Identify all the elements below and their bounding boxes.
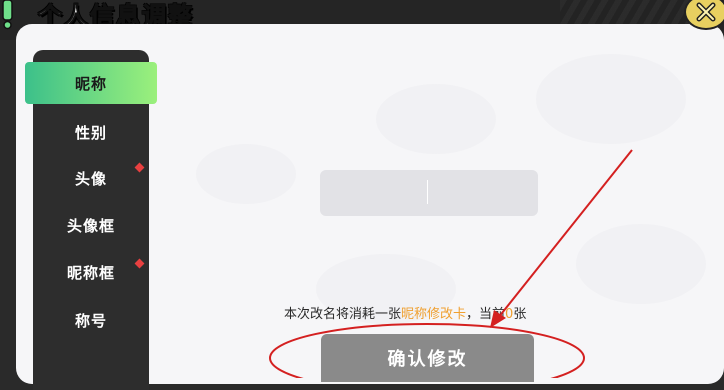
- sidebar-item-label: 性别: [74, 123, 107, 142]
- sidebar-item-avatar-frame[interactable]: 头像框: [33, 205, 149, 245]
- sidebar-item-label: 头像: [74, 169, 107, 188]
- sidebar-item-avatar[interactable]: 头像: [33, 158, 149, 198]
- confirm-button[interactable]: 确认修改: [321, 334, 534, 382]
- sidebar-item-title[interactable]: 称号: [33, 300, 149, 340]
- sidebar-item-nickname-frame[interactable]: 昵称框: [33, 252, 149, 292]
- sidebar-item-label: 头像框: [66, 216, 115, 235]
- close-x-icon: [696, 2, 716, 22]
- text-caret: [427, 180, 428, 204]
- notice-middle: ，当前: [466, 307, 506, 322]
- sidebar-item-label: 昵称: [74, 74, 107, 93]
- notice-prefix: 本次改名将消耗一张: [284, 307, 402, 322]
- notification-dot: [134, 258, 145, 269]
- sidebar-item-nickname[interactable]: 昵称: [25, 62, 157, 104]
- sidebar: 昵称 性别 头像 头像框 昵称框 称号: [25, 50, 157, 390]
- exclamation-badge-icon: [2, 0, 13, 30]
- nickname-input[interactable]: [320, 170, 538, 216]
- notice-suffix: 张: [513, 307, 527, 322]
- rename-cost-notice: 本次改名将消耗一张昵称修改卡，当前0张: [284, 304, 526, 326]
- sidebar-item-label: 昵称框: [66, 263, 115, 282]
- notification-dot: [134, 162, 145, 173]
- rename-card-link: 昵称修改卡: [401, 307, 467, 322]
- sidebar-item-gender[interactable]: 性别: [33, 112, 149, 152]
- sidebar-item-label: 称号: [74, 311, 107, 330]
